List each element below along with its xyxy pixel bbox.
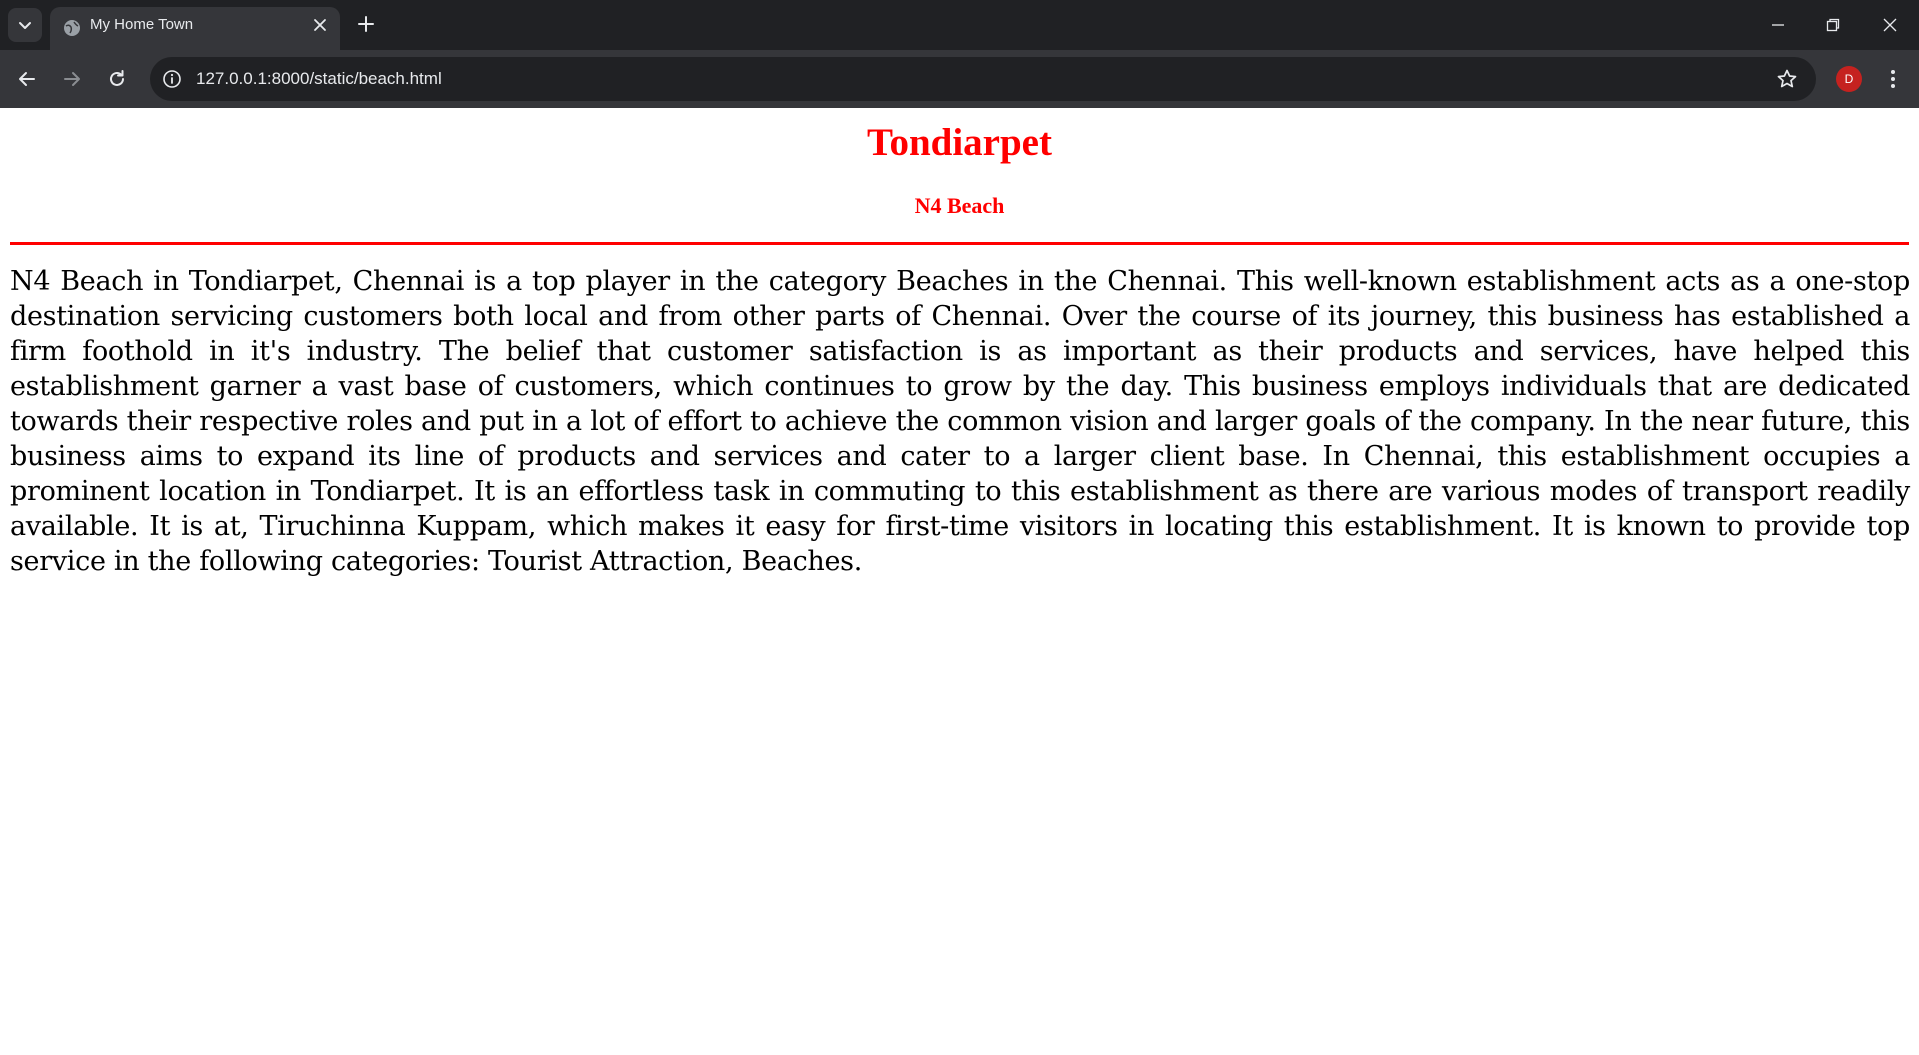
restore-button[interactable] (1818, 10, 1848, 40)
browser-toolbar: 127.0.0.1:8000/static/beach.html D (0, 50, 1919, 108)
tab-search-button[interactable] (8, 8, 42, 42)
address-bar[interactable]: 127.0.0.1:8000/static/beach.html (150, 57, 1816, 101)
close-window-button[interactable] (1875, 10, 1905, 40)
close-icon (1883, 18, 1897, 32)
forward-arrow-icon (64, 72, 80, 86)
forward-button[interactable] (56, 63, 88, 95)
back-button[interactable] (11, 63, 43, 95)
back-arrow-icon (19, 72, 35, 86)
browser-tab[interactable]: My Home Town (50, 7, 340, 50)
minimize-button[interactable] (1763, 10, 1793, 40)
close-tab-icon[interactable] (312, 17, 328, 33)
tab-strip: My Home Town (0, 0, 1919, 50)
profile-avatar[interactable]: D (1836, 66, 1862, 92)
tab-title: My Home Town (90, 16, 194, 33)
reload-button[interactable] (101, 63, 133, 95)
chevron-down-icon (19, 22, 31, 29)
minimize-icon (1772, 24, 1784, 26)
description-paragraph: N4 Beach in Tondiarpet, Chennai is a top… (10, 266, 1910, 577)
page-content: Tondiarpet N4 Beach N4 Beach in Tondiarp… (0, 108, 1919, 1055)
bookmark-star-icon[interactable] (1776, 68, 1798, 90)
site-info-icon[interactable] (162, 69, 182, 89)
horizontal-divider (10, 242, 1909, 245)
restore-icon (1826, 18, 1840, 32)
globe-icon (64, 20, 80, 36)
more-options-icon[interactable] (1880, 66, 1906, 92)
page-title: Tondiarpet (867, 121, 1052, 164)
page-subtitle: N4 Beach (914, 193, 1005, 218)
new-tab-icon[interactable] (354, 12, 378, 36)
url-text[interactable]: 127.0.0.1:8000/static/beach.html (196, 57, 442, 101)
reload-icon (110, 70, 124, 86)
